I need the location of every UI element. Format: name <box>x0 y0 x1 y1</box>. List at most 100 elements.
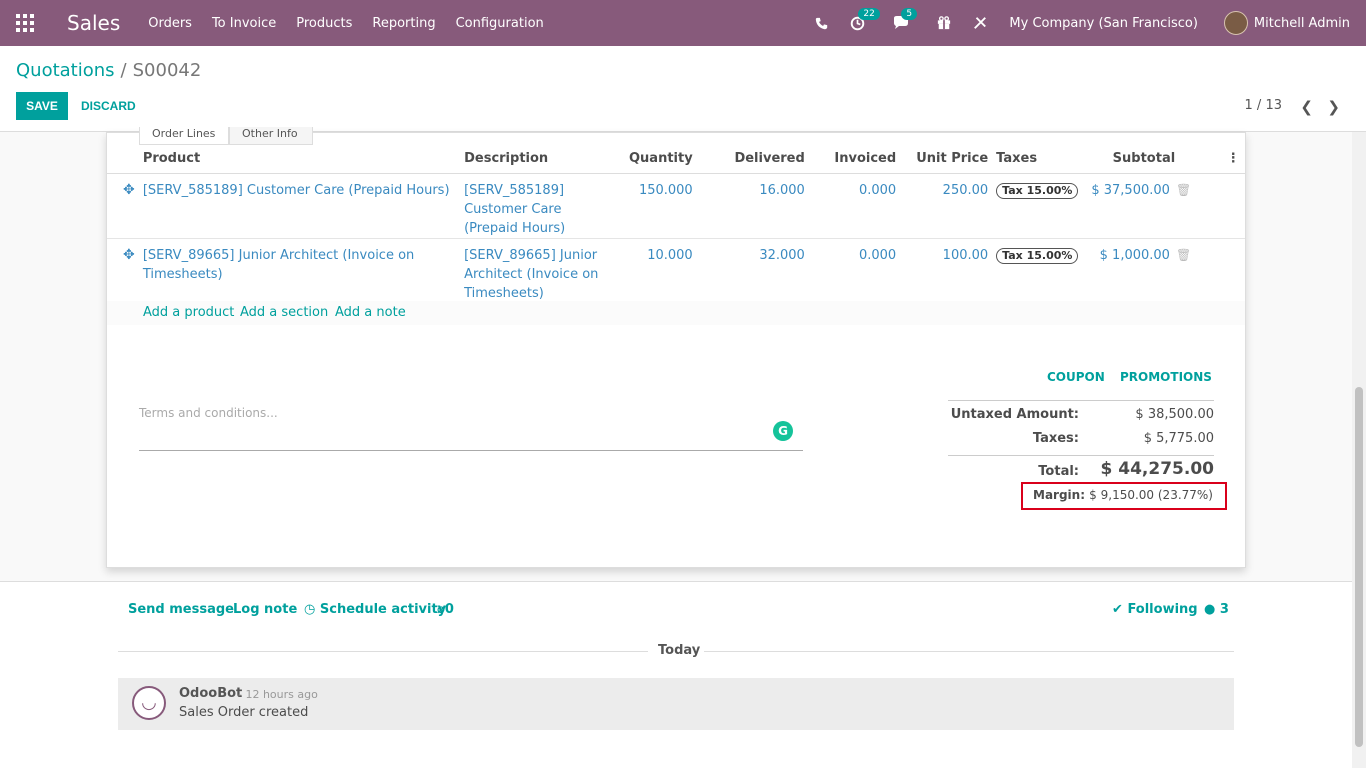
drag-handle-icon[interactable]: ✥ <box>123 182 135 198</box>
messages-icon[interactable]: 5 <box>893 8 918 30</box>
attachments-count: 0 <box>444 602 454 617</box>
table-row[interactable]: ✥ [SERV_585189] Customer Care (Prepaid H… <box>107 173 1245 239</box>
add-product-link[interactable]: Add a product <box>143 305 234 320</box>
margin-value: $ 9,150.00 (23.77%) <box>1089 488 1213 502</box>
debug-tools-icon[interactable] <box>973 16 987 30</box>
taxes-value: $ 5,775.00 <box>1143 431 1214 446</box>
column-taxes[interactable]: Taxes <box>988 145 1092 174</box>
chatter: Send message Log note ◷ Schedule activit… <box>0 581 1352 768</box>
user-avatar[interactable] <box>1223 11 1248 35</box>
user-menu[interactable]: Mitchell Admin <box>1254 16 1350 31</box>
schedule-activity-label: Schedule activity <box>319 602 447 617</box>
send-message-button[interactable]: Send message <box>128 602 234 617</box>
line-product[interactable]: [SERV_585189] Customer Care (Prepaid Hou… <box>142 173 465 239</box>
save-button[interactable]: SAVE <box>16 92 68 120</box>
drag-handle-icon[interactable]: ✥ <box>123 247 135 263</box>
schedule-activity-button[interactable]: ◷ Schedule activity <box>304 602 446 617</box>
column-product[interactable]: Product <box>142 145 465 174</box>
phone-icon[interactable] <box>815 17 828 30</box>
column-subtotal[interactable]: Subtotal <box>1091 145 1222 174</box>
activity-clock-icon[interactable]: 22 <box>850 7 880 31</box>
separator-line-right <box>704 651 1234 652</box>
column-invoiced[interactable]: Invoiced <box>804 145 897 174</box>
chevron-right-icon[interactable]: ❯ <box>1327 98 1340 116</box>
tab-other-info[interactable]: Other Info <box>229 127 313 145</box>
line-delivered[interactable]: 16.000 <box>692 173 805 239</box>
column-delivered[interactable]: Delivered <box>692 145 805 174</box>
menu-to-invoice[interactable]: To Invoice <box>212 16 276 31</box>
app-title[interactable]: Sales <box>67 11 120 35</box>
menu-products[interactable]: Products <box>296 16 352 31</box>
scrollbar-thumb[interactable] <box>1355 387 1363 747</box>
menu-reporting[interactable]: Reporting <box>372 16 435 31</box>
line-description[interactable]: [SERV_585189] Customer Care (Prepaid Hou… <box>464 173 614 239</box>
breadcrumb: Quotations / S00042 <box>16 60 201 81</box>
line-invoiced[interactable]: 0.000 <box>804 173 897 239</box>
grammarly-icon[interactable]: G <box>773 421 793 441</box>
taxes-line: Taxes: $ 5,775.00 <box>948 428 1214 452</box>
menu-configuration[interactable]: Configuration <box>456 16 544 31</box>
user-icon: ● <box>1204 602 1216 617</box>
menu-orders[interactable]: Orders <box>148 16 192 31</box>
discard-button[interactable]: DISCARD <box>81 92 136 120</box>
column-quantity[interactable]: Quantity <box>613 145 693 174</box>
total-line: Total: $ 44,275.00 <box>948 455 1214 485</box>
coupon-button[interactable]: COUPON <box>1047 370 1105 384</box>
total-value: $ 44,275.00 <box>1100 459 1214 479</box>
clock-icon: ◷ <box>304 602 316 617</box>
chevron-left-icon[interactable]: ❮ <box>1300 98 1313 116</box>
terms-and-conditions-field[interactable]: Terms and conditions... <box>139 403 803 451</box>
line-invoiced[interactable]: 0.000 <box>805 238 896 303</box>
column-options-icon[interactable]: ⋮ <box>1221 145 1245 174</box>
line-quantity[interactable]: 10.000 <box>613 238 693 303</box>
column-description[interactable]: Description <box>464 145 614 174</box>
column-unit-price[interactable]: Unit Price <box>896 145 989 174</box>
log-note-button[interactable]: Log note <box>233 602 297 617</box>
tax-tag[interactable]: Tax 15.00% <box>996 182 1079 199</box>
breadcrumb-separator: / <box>120 60 127 81</box>
untaxed-amount-line: Untaxed Amount: $ 38,500.00 <box>948 400 1214 428</box>
check-icon: ✔ <box>1112 602 1123 617</box>
message-author[interactable]: OdooBot <box>179 686 242 701</box>
order-lines-table: Product Description Quantity Delivered I… <box>107 145 1245 303</box>
tax-tag[interactable]: Tax 15.00% <box>996 247 1079 264</box>
activity-count-badge: 22 <box>858 7 880 20</box>
following-button[interactable]: ✔ Following <box>1112 602 1198 617</box>
line-description[interactable]: [SERV_89665] Junior Architect (Invoice o… <box>464 238 613 303</box>
line-quantity[interactable]: 150.000 <box>613 173 693 239</box>
table-row[interactable]: ✥ [SERV_89665] Junior Architect (Invoice… <box>107 238 1245 303</box>
message-item: ◡ OdooBot - 12 hours ago Sales Order cre… <box>118 678 1234 730</box>
line-product[interactable]: [SERV_89665] Junior Architect (Invoice o… <box>143 238 464 303</box>
breadcrumb-quotations[interactable]: Quotations <box>16 60 115 81</box>
trash-icon[interactable]: 🗑 <box>1176 248 1191 262</box>
page-scrollbar[interactable] <box>1352 132 1366 768</box>
line-unit-price[interactable]: 250.00 <box>896 173 989 239</box>
add-section-link[interactable]: Add a section <box>240 305 328 320</box>
trash-icon[interactable]: 🗑 <box>1176 183 1191 197</box>
attachments-button[interactable]: ⌀0 <box>437 602 454 617</box>
paperclip-icon: ⌀ <box>437 602 445 617</box>
form-sheet: Order Lines Other Info Product Descripti… <box>106 127 1246 568</box>
odoobot-avatar-icon: ◡ <box>132 686 166 720</box>
untaxed-label: Untaxed Amount: <box>950 407 1079 422</box>
company-switcher[interactable]: My Company (San Francisco) <box>1009 16 1197 31</box>
total-label: Total: <box>1038 464 1079 479</box>
today-label: Today <box>658 643 701 658</box>
line-unit-price[interactable]: 100.00 <box>896 238 989 303</box>
add-note-link[interactable]: Add a note <box>335 305 406 320</box>
followers-button[interactable]: ● 3 <box>1204 602 1229 617</box>
margin-highlight: Margin: $ 9,150.00 (23.77%) <box>1021 482 1227 510</box>
line-subtotal: $ 37,500.00 <box>1091 182 1170 198</box>
totals-panel: Untaxed Amount: $ 38,500.00 Taxes: $ 5,7… <box>948 400 1214 485</box>
taxes-label: Taxes: <box>1032 431 1079 446</box>
separator-line-left <box>118 651 648 652</box>
promotions-button[interactable]: PROMOTIONS <box>1120 370 1212 384</box>
line-delivered[interactable]: 32.000 <box>693 238 805 303</box>
untaxed-value: $ 38,500.00 <box>1135 407 1214 422</box>
line-subtotal: $ 1,000.00 <box>1099 247 1170 263</box>
gift-icon[interactable] <box>937 16 951 30</box>
pager-value: 1 / 13 <box>1244 98 1282 113</box>
apps-grid-icon[interactable] <box>16 14 34 32</box>
margin-label: Margin: <box>1033 488 1086 502</box>
tab-order-lines[interactable]: Order Lines <box>139 127 229 145</box>
